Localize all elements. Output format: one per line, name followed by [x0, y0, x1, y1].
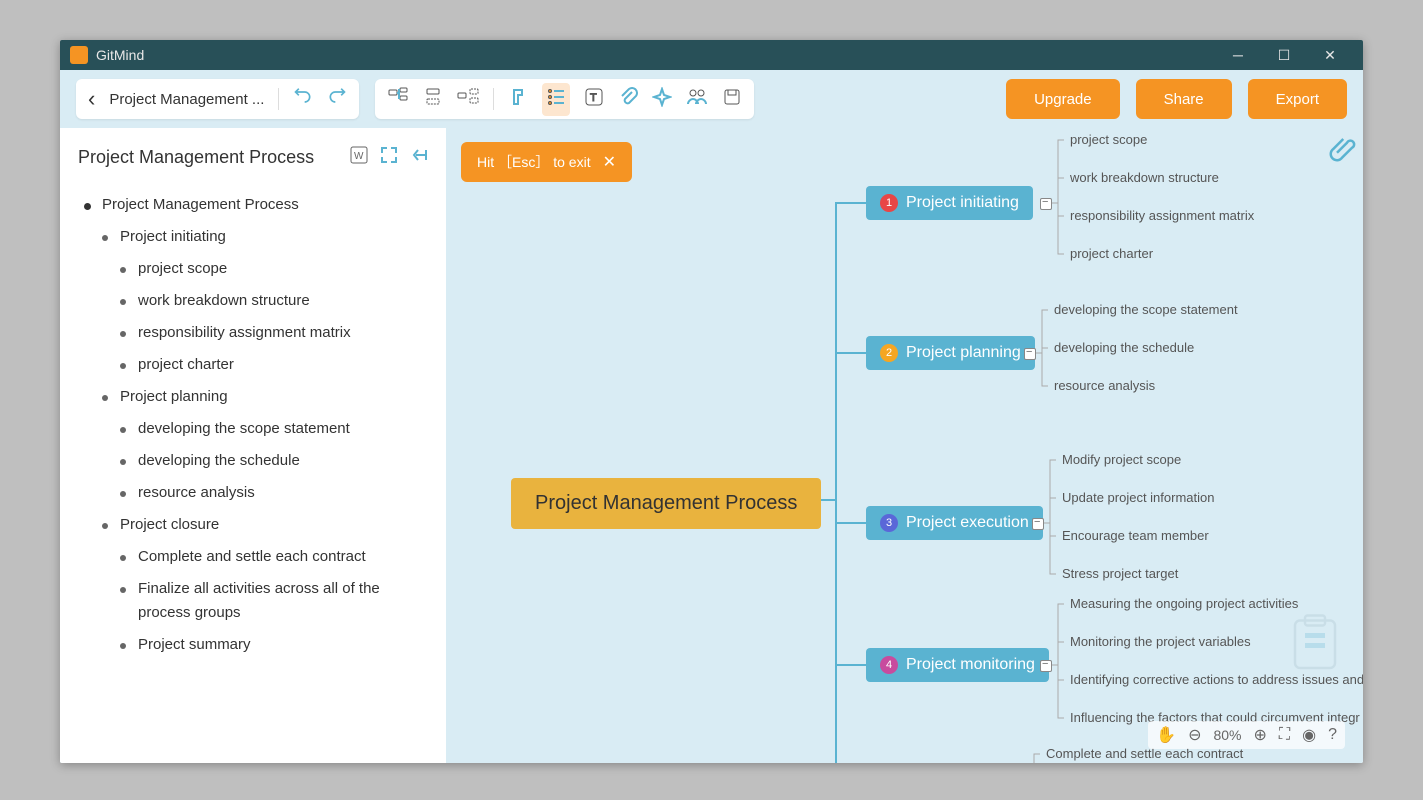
mindmap-root-node[interactable]: Project Management Process — [511, 478, 821, 529]
attach-tool-icon[interactable] — [618, 87, 638, 112]
phase-node[interactable]: 1 Project initiating — [866, 186, 1033, 220]
outline-leaf[interactable]: resource analysis — [120, 481, 426, 505]
phase-label: Project execution — [906, 514, 1029, 532]
svg-text:W: W — [354, 151, 364, 162]
app-title: GitMind — [96, 47, 1215, 63]
outline-sidebar: Project Management Process W Project Man… — [60, 128, 446, 763]
text-tool-icon[interactable]: T — [584, 87, 604, 112]
leaf-node[interactable]: resource analysis — [1054, 378, 1155, 393]
collapse-toggle[interactable] — [1040, 198, 1052, 210]
svg-text:T: T — [590, 92, 597, 104]
leaf-node[interactable]: Identifying corrective actions to addres… — [1070, 672, 1363, 687]
upgrade-button[interactable]: Upgrade — [1006, 79, 1120, 119]
word-export-icon[interactable]: W — [350, 146, 368, 169]
toolbar: ‹ Project Management ... T Upgrade Share… — [60, 70, 1363, 128]
collab-tool-icon[interactable] — [686, 87, 708, 112]
outline-phase[interactable]: Project closureComplete and settle each … — [102, 513, 426, 657]
divider — [278, 88, 279, 110]
collapse-toggle[interactable] — [1032, 518, 1044, 530]
phase-badge: 3 — [880, 514, 898, 532]
clipboard-decor-icon — [1285, 613, 1345, 673]
collapse-toggle[interactable] — [1024, 348, 1036, 360]
phase-badge: 2 — [880, 344, 898, 362]
phase-label: Project monitoring — [906, 656, 1035, 674]
zoom-controls: ✋ ⊖ 80% ⊕ ⛶ ◉ ? — [1148, 721, 1345, 749]
collapse-toggle[interactable] — [1040, 660, 1052, 672]
child-tool-icon[interactable] — [457, 87, 479, 112]
undo-button[interactable] — [293, 87, 313, 112]
close-window-button[interactable]: ✕ — [1307, 47, 1353, 64]
breadcrumb-panel: ‹ Project Management ... — [76, 79, 359, 119]
phase-node[interactable]: 2 Project planning — [866, 336, 1035, 370]
phase-badge: 4 — [880, 656, 898, 674]
ai-tool-icon[interactable] — [652, 87, 672, 112]
outline-tool-icon[interactable] — [542, 83, 570, 116]
back-button[interactable]: ‹ — [88, 86, 95, 112]
leaf-node[interactable]: Modify project scope — [1062, 452, 1181, 467]
breadcrumb[interactable]: Project Management ... — [109, 91, 264, 108]
outline-leaf[interactable]: project scope — [120, 257, 426, 281]
leaf-node[interactable]: work breakdown structure — [1070, 170, 1219, 185]
outline-leaf[interactable]: responsibility assignment matrix — [120, 321, 426, 345]
maximize-button[interactable]: ☐ — [1261, 47, 1307, 64]
preview-icon[interactable]: ◉ — [1302, 725, 1316, 745]
outline-leaf[interactable]: developing the schedule — [120, 449, 426, 473]
sibling-tool-icon[interactable] — [423, 87, 443, 112]
leaf-node[interactable]: Stress project target — [1062, 566, 1178, 581]
outline-leaf[interactable]: Project summary — [120, 633, 426, 657]
divider — [493, 88, 494, 110]
leaf-node[interactable]: Update project information — [1062, 490, 1214, 505]
leaf-node[interactable]: responsibility assignment matrix — [1070, 208, 1254, 223]
export-button[interactable]: Export — [1248, 79, 1347, 119]
leaf-node[interactable]: Measuring the ongoing project activities — [1070, 596, 1298, 611]
outline-leaf[interactable]: developing the scope statement — [120, 417, 426, 441]
phase-node[interactable]: 4 Project monitoring — [866, 648, 1049, 682]
outline-tree[interactable]: Project Management ProcessProject initia… — [60, 175, 446, 763]
outline-root[interactable]: Project Management ProcessProject initia… — [84, 193, 426, 657]
help-icon[interactable]: ? — [1328, 726, 1337, 744]
hand-tool-icon[interactable]: ✋ — [1156, 725, 1176, 745]
leaf-node[interactable]: project scope — [1070, 132, 1147, 147]
main-region: Project Management Process W Project Man… — [60, 128, 1363, 763]
outline-phase[interactable]: Project planningdeveloping the scope sta… — [102, 385, 426, 505]
outline-leaf[interactable]: Complete and settle each contract — [120, 545, 426, 569]
zoom-level: 80% — [1213, 727, 1241, 743]
node-tool-icon[interactable] — [387, 87, 409, 112]
sidebar-title: Project Management Process — [78, 147, 338, 168]
collapse-sidebar-icon[interactable] — [410, 146, 428, 169]
app-window: GitMind ─ ☐ ✕ ‹ Project Management ... T — [60, 40, 1363, 763]
zoom-out-button[interactable]: ⊖ — [1188, 725, 1201, 745]
zoom-in-button[interactable]: ⊕ — [1254, 725, 1267, 745]
app-logo-icon — [70, 46, 88, 64]
leaf-node[interactable]: developing the schedule — [1054, 340, 1194, 355]
format-tool-icon[interactable] — [508, 87, 528, 112]
outline-phase[interactable]: Project initiatingproject scopework brea… — [102, 225, 426, 377]
titlebar[interactable]: GitMind ─ ☐ ✕ — [60, 40, 1363, 70]
fit-screen-icon[interactable]: ⛶ — [1279, 726, 1290, 744]
outline-leaf[interactable]: Finalize all activities across all of th… — [120, 577, 426, 625]
save-tool-icon[interactable] — [722, 87, 742, 112]
tools-panel: T — [375, 79, 754, 119]
leaf-node[interactable]: Monitoring the project variables — [1070, 634, 1251, 649]
leaf-node[interactable]: project charter — [1070, 246, 1153, 261]
phase-node[interactable]: 3 Project execution — [866, 506, 1043, 540]
outline-leaf[interactable]: work breakdown structure — [120, 289, 426, 313]
mindmap-canvas[interactable]: Hit ［Esc］ to exit ✕ Project Management P… — [446, 128, 1363, 763]
outline-leaf[interactable]: project charter — [120, 353, 426, 377]
sidebar-header: Project Management Process W — [60, 140, 446, 175]
redo-button[interactable] — [327, 87, 347, 112]
phase-badge: 1 — [880, 194, 898, 212]
leaf-node[interactable]: developing the scope statement — [1054, 302, 1238, 317]
leaf-node[interactable]: Encourage team member — [1062, 528, 1209, 543]
phase-label: Project initiating — [906, 194, 1019, 212]
minimize-button[interactable]: ─ — [1215, 47, 1261, 63]
share-button[interactable]: Share — [1136, 79, 1232, 119]
phase-label: Project planning — [906, 344, 1021, 362]
clip-decor-icon — [1327, 134, 1357, 164]
fullscreen-icon[interactable] — [380, 146, 398, 169]
